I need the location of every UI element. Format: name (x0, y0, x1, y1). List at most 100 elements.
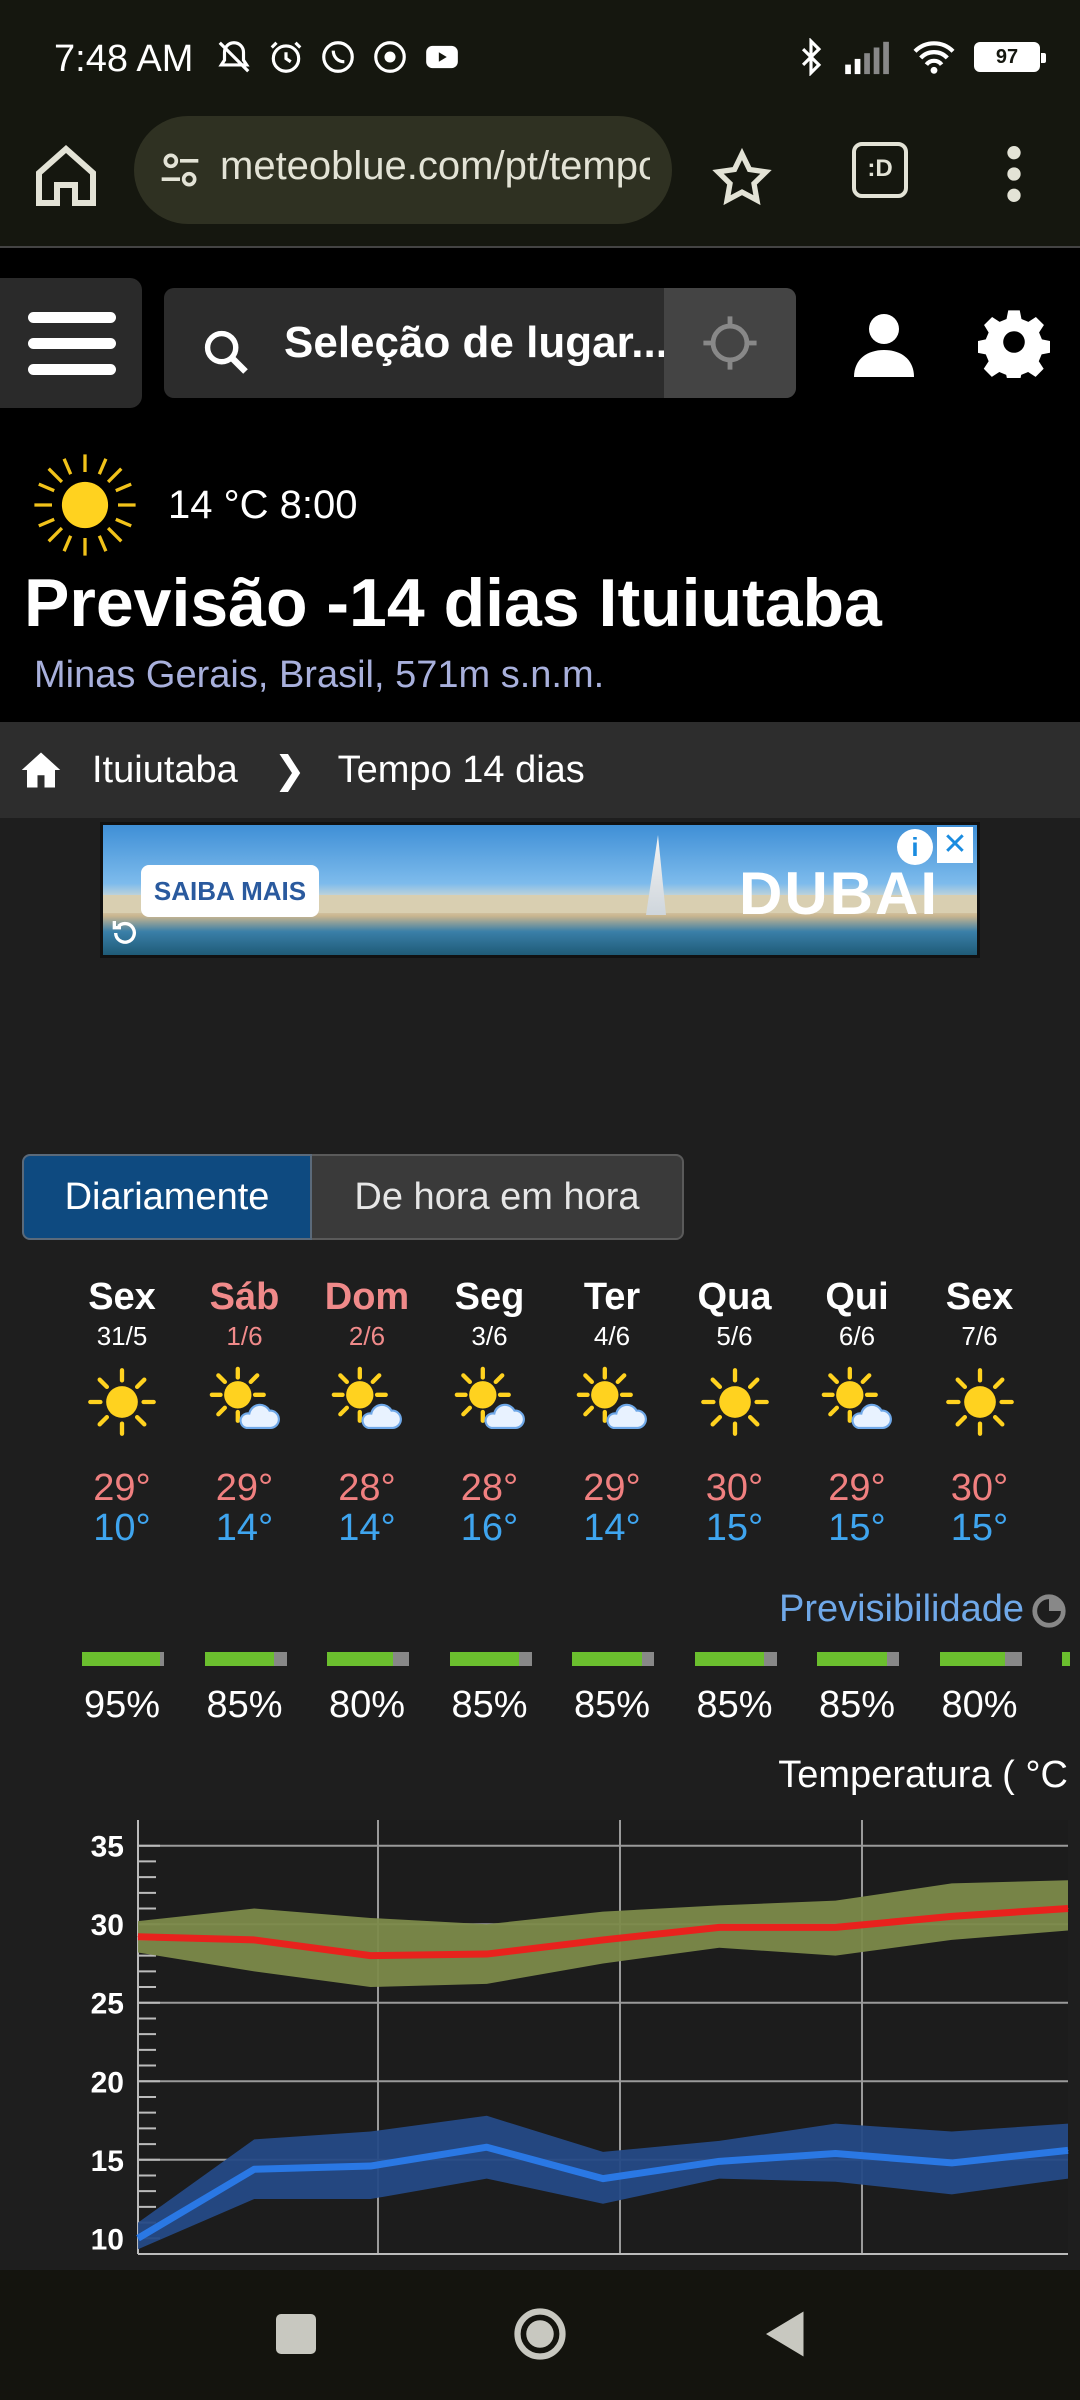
signal-icon (845, 41, 889, 75)
tab-hourly[interactable]: De hora em hora (312, 1154, 684, 1240)
tab-switcher-button[interactable]: :D (852, 142, 908, 198)
day-min-temp: 16° (460, 1507, 519, 1549)
day-column[interactable]: Sex 7/6 30° 15° (920, 1276, 1040, 1548)
temperature-chart: 10 15 20 25 30 35 (91, 1820, 1069, 2256)
day-name: Qui (825, 1276, 889, 1318)
predictability-bar (817, 1652, 899, 1666)
chart-data-point (718, 1926, 720, 1928)
predictability-icon (1032, 1594, 1066, 1628)
site-settings-icon[interactable] (158, 148, 202, 192)
recents-icon[interactable] (266, 2304, 326, 2364)
ad-cta-button[interactable]: SAIBA MAIS (141, 865, 319, 917)
ad-brand-text: DUBAI (739, 860, 939, 927)
home-icon[interactable] (20, 749, 62, 791)
system-icons: 97 (796, 38, 1046, 76)
breadcrumb-current: Tempo 14 dias (337, 748, 585, 791)
day-name: Dom (324, 1276, 410, 1318)
day-column[interactable]: Qua 5/6 30° 15° (675, 1276, 795, 1548)
day-date: 7/6 (961, 1321, 998, 1351)
whatsapp-icon (322, 41, 354, 73)
current-temp-time: 14 °C 8:00 (168, 482, 358, 527)
breadcrumb-link-ituiutaba[interactable]: Ituiutaba (92, 749, 238, 792)
day-column[interactable]: Qui 6/6 29° 15° (797, 1276, 917, 1548)
chart-data-point (951, 1915, 953, 1917)
predictability-bar (694, 1652, 777, 1666)
chart-data-point (1067, 2149, 1069, 2151)
sun-icon (675, 1366, 795, 1438)
chart-y-tick-label: 35 (91, 1831, 124, 1864)
predictability-value: 80% (328, 1684, 406, 1726)
ad-banner[interactable]: SAIBA MAIS DUBAI i ✕ (100, 822, 980, 958)
hamburger-menu-button[interactable] (0, 278, 142, 408)
day-column[interactable]: Sáb 1/6 29° 14° (185, 1276, 305, 1548)
chart-data-point (253, 1939, 255, 1941)
sun-icon (34, 454, 136, 556)
predictability-bar-fill (204, 1652, 275, 1666)
site-header: Seleção de lugar... 14 °C 8:00 Previsão … (0, 250, 1080, 720)
chart-y-tick-label: 30 (91, 1909, 124, 1942)
gear-icon[interactable] (978, 306, 1050, 378)
ad-info-icon[interactable]: i (897, 829, 933, 865)
day-column[interactable]: Ter 4/6 29° 14° (552, 1276, 672, 1548)
status-bar: 7:48 AM 97 (0, 0, 1080, 112)
day-name: Sex (945, 1276, 1014, 1318)
view-toggle: Diariamente De hora em hora (22, 1154, 684, 1240)
chart-y-tick-label: 20 (91, 2066, 124, 2099)
sun-cloud-icon (797, 1366, 917, 1438)
predictability-bar-fill (939, 1652, 1006, 1666)
day-column[interactable]: Seg 3/6 28° 16° (430, 1276, 550, 1548)
day-max-temp: 29° (215, 1467, 274, 1509)
day-date: 2/6 (348, 1321, 386, 1351)
home-nav-icon[interactable] (510, 2304, 570, 2364)
chart-data-point (486, 1953, 488, 1955)
predictability-values: 95% 85% 80% 85% 85% 85% 85% 80% (62, 1684, 1072, 1734)
day-name: Qua (697, 1276, 772, 1318)
predictability-bar (449, 1652, 532, 1666)
locate-button[interactable] (664, 288, 796, 398)
predictability-value: 85% (818, 1684, 896, 1726)
day-max-temp: 28° (460, 1467, 519, 1509)
predictability-bar-fill (449, 1652, 520, 1666)
predictability-link[interactable]: Previsibilidade (779, 1588, 1068, 1631)
predictability-bar (1062, 1652, 1070, 1666)
day-column[interactable]: Dom 2/6 28° 14° (307, 1276, 427, 1548)
url-text[interactable]: meteoblue.com/pt/tempo/semana/ituiutaba (220, 144, 650, 189)
day-date: 6/6 (838, 1321, 876, 1351)
address-bar[interactable]: meteoblue.com/pt/tempo/semana/ituiutaba (134, 116, 672, 224)
chart-data-point (137, 2237, 139, 2239)
more-vert-icon[interactable] (996, 142, 1032, 206)
predictability-label[interactable]: Previsibilidade (779, 1588, 1024, 1630)
sun-cloud-icon (307, 1366, 427, 1438)
chart-data-point (602, 2178, 604, 2180)
back-icon[interactable] (756, 2304, 816, 2364)
day-min-temp: 14° (338, 1507, 396, 1549)
day-min-temp: 10° (93, 1507, 151, 1549)
predictability-bar-fill (572, 1652, 642, 1666)
user-icon[interactable] (848, 306, 920, 382)
tab-daily[interactable]: Diariamente (22, 1154, 312, 1240)
bookmark-star-icon[interactable] (710, 146, 774, 210)
day-column[interactable]: Sex 31/5 29° 10° (62, 1276, 182, 1548)
page-title: Previsão -14 dias Ituiutaba (24, 565, 882, 641)
search-input[interactable]: Seleção de lugar... (284, 318, 668, 368)
location-search[interactable]: Seleção de lugar... (164, 288, 796, 398)
sun-cloud-icon (552, 1366, 672, 1438)
chart-y-tick-label: 25 (91, 1988, 124, 2021)
predictability-bar-fill (327, 1652, 393, 1666)
predictability-bar (204, 1652, 287, 1666)
day-max-temp: 28° (338, 1467, 396, 1509)
predictability-bar-fill (82, 1652, 160, 1666)
menu-icon (28, 312, 116, 323)
ad-close-icon[interactable]: ✕ (937, 827, 973, 863)
system-navigation-bar (0, 2270, 1080, 2400)
chart-data-point (370, 2165, 371, 2167)
chart-data-point (253, 2168, 255, 2170)
chart-data-point (137, 1936, 139, 1938)
sun-icon (920, 1366, 1040, 1438)
day-date: 4/6 (593, 1321, 631, 1351)
day-name: Sáb (209, 1276, 280, 1318)
youtube-icon (426, 45, 458, 69)
home-icon[interactable] (30, 140, 102, 212)
replay-icon[interactable] (109, 917, 141, 949)
predictability-bar-fill (817, 1652, 887, 1666)
